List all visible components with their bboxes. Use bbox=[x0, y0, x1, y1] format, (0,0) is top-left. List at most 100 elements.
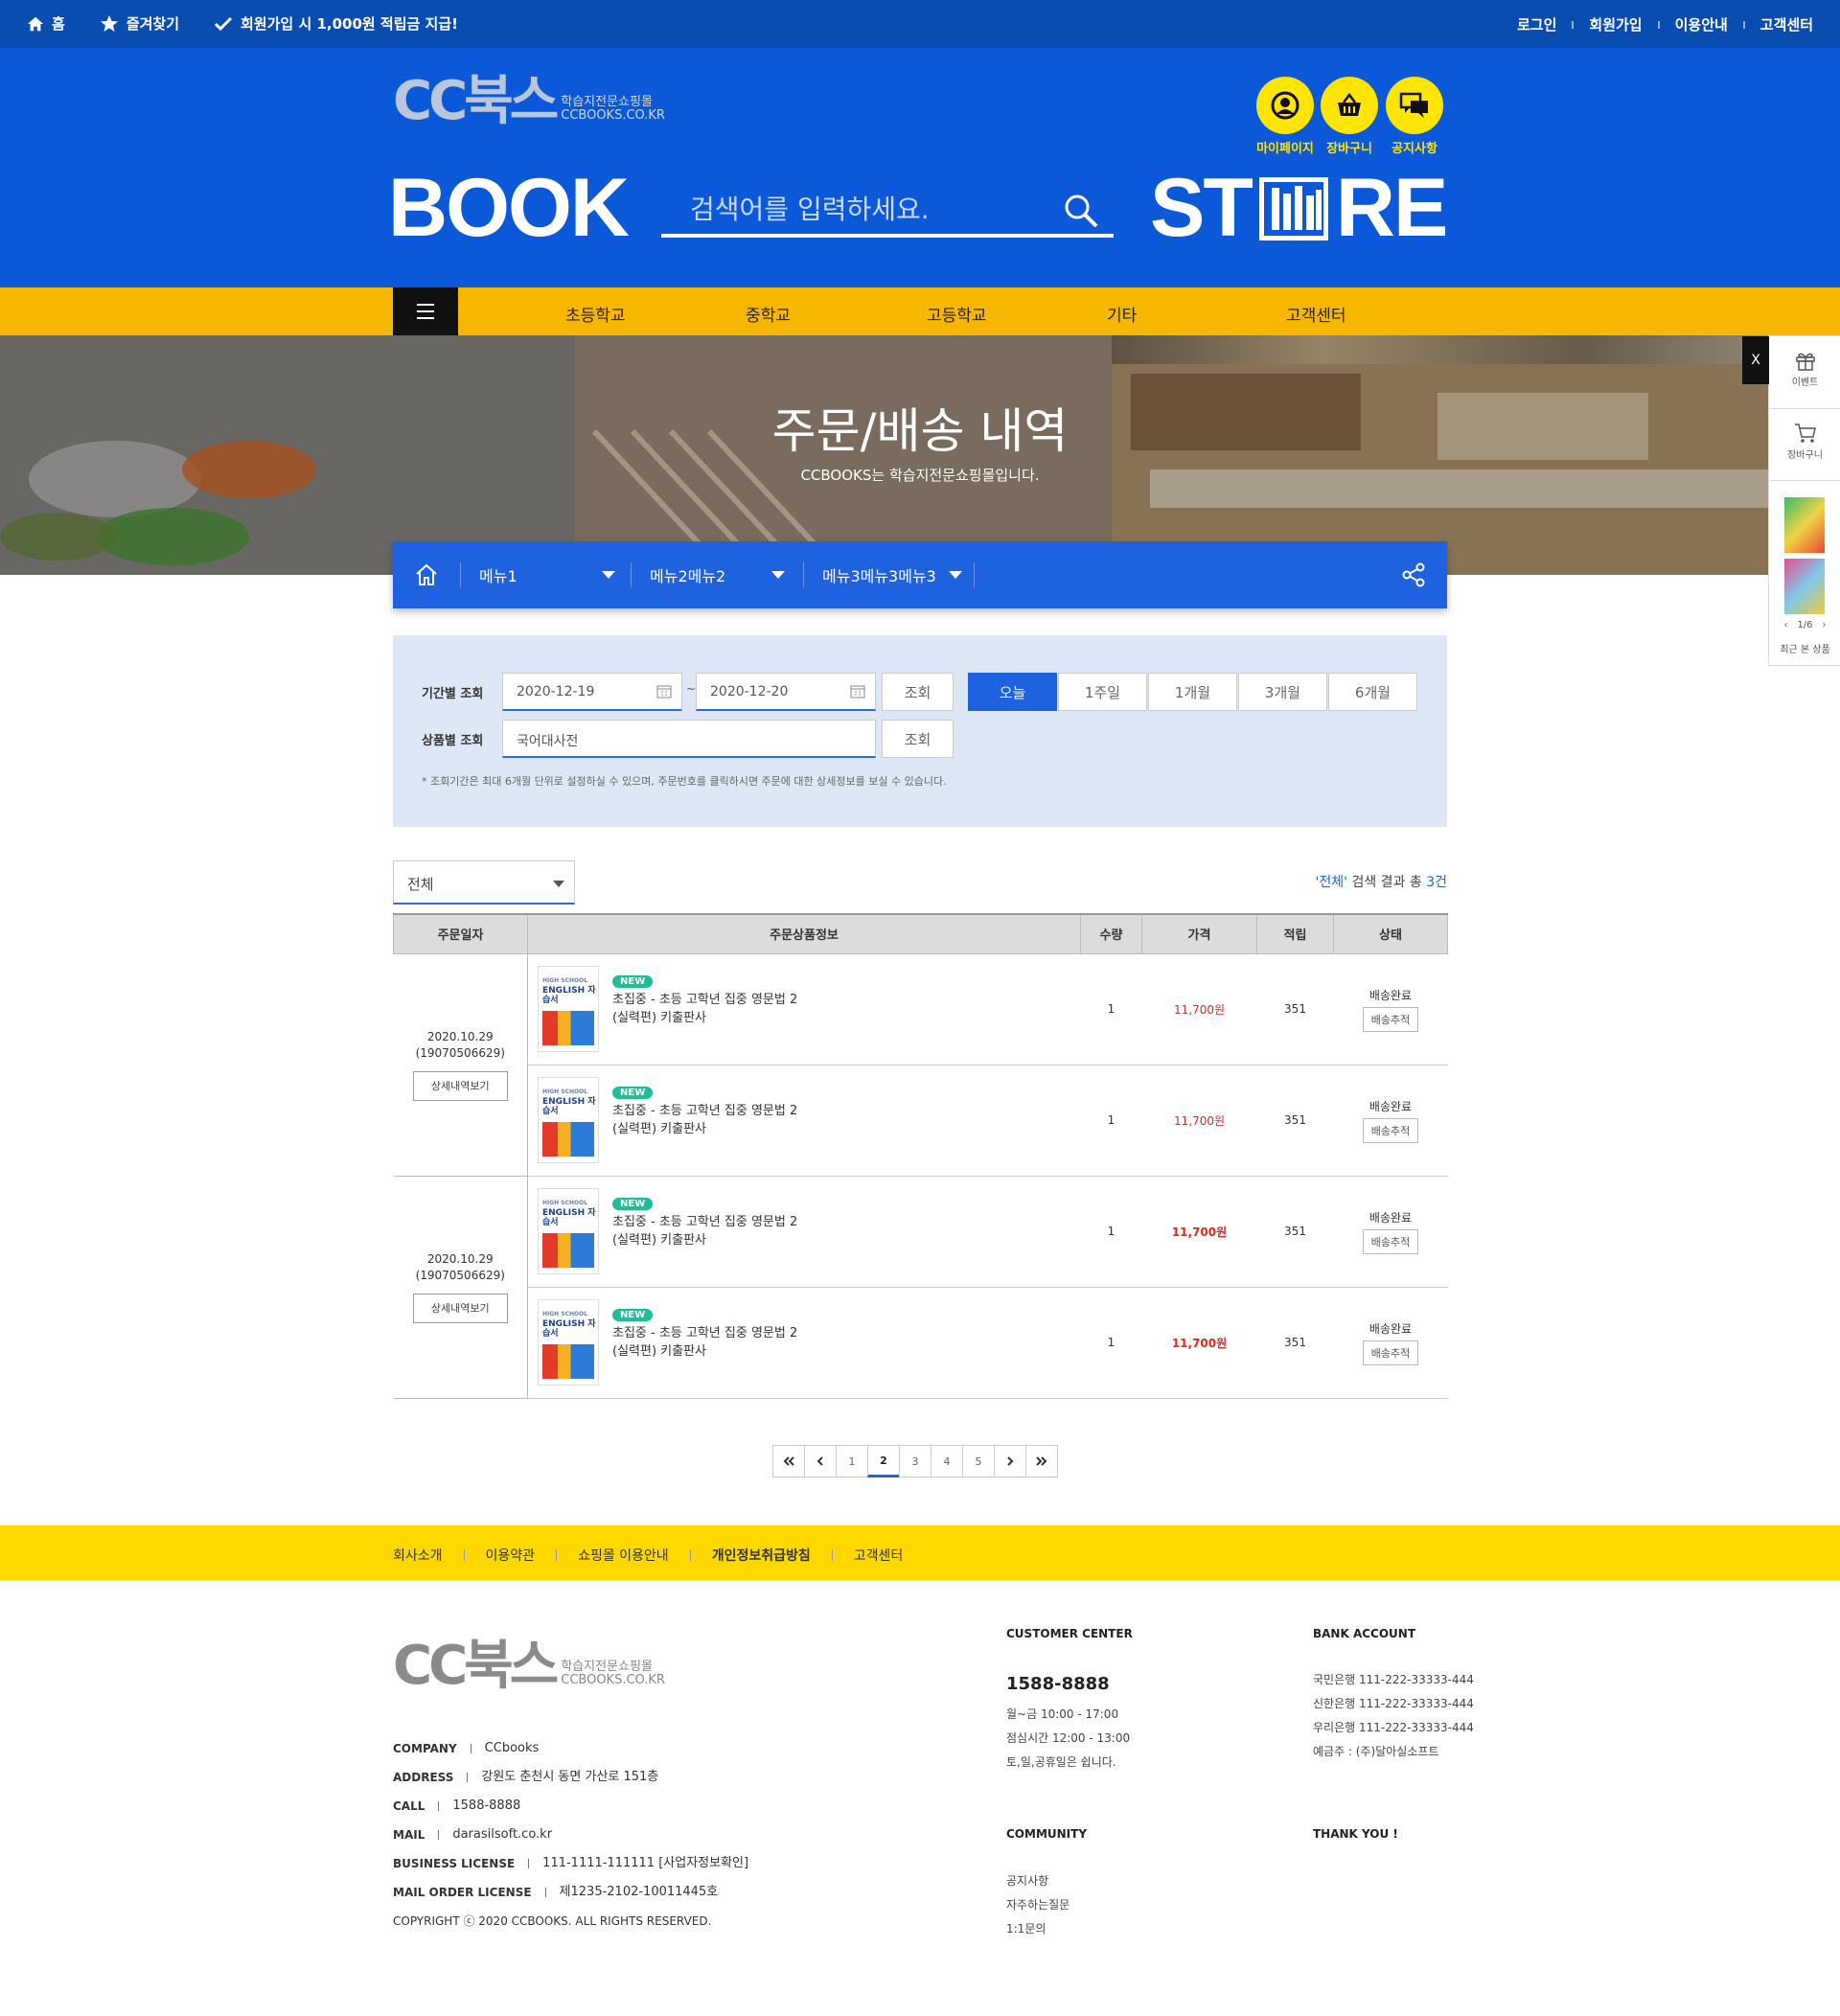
status-select-value: 전체 bbox=[407, 876, 434, 893]
mypage-button[interactable]: 마이페이지 bbox=[1256, 77, 1314, 156]
date-to-field[interactable]: 2020-12-20 bbox=[696, 673, 876, 711]
order-date: 2020.10.29 bbox=[426, 1029, 494, 1043]
range-6month-button[interactable]: 6개월 bbox=[1328, 673, 1417, 711]
quick-close-button[interactable]: X bbox=[1742, 336, 1769, 384]
points: 351 bbox=[1256, 1287, 1334, 1399]
product-thumbnail[interactable]: HIGH SCHOOL ENGLISH 자습서 bbox=[538, 1299, 599, 1386]
date-from-field[interactable]: 2020-12-19 bbox=[502, 673, 682, 711]
quick-cart-button[interactable]: 장바구니 bbox=[1769, 423, 1840, 461]
track-button[interactable]: 배송추적 bbox=[1362, 1228, 1419, 1254]
range-1week-button[interactable]: 1주일 bbox=[1058, 673, 1147, 711]
nav-high[interactable]: 고등학교 bbox=[927, 302, 987, 326]
login-link[interactable]: 로그인 bbox=[1517, 14, 1556, 34]
footer-link-support[interactable]: 고객센터 bbox=[854, 1546, 904, 1565]
quick-event-button[interactable]: 이벤트 bbox=[1769, 350, 1840, 388]
site-logo[interactable]: CC북스 학습지전문쇼핑몰 CCBOOKS.CO.KR bbox=[393, 75, 665, 128]
community-notice-link[interactable]: 공지사항 bbox=[1006, 1869, 1070, 1893]
order-date-cell: 2020.10.29 (19070506629) 상세내역보기 bbox=[393, 953, 528, 1177]
next-page-button[interactable] bbox=[994, 1445, 1026, 1478]
recent-prev-icon[interactable]: ‹ bbox=[1783, 620, 1787, 630]
footer-link-company[interactable]: 회사소개 bbox=[393, 1546, 443, 1565]
status-select[interactable]: 전체 bbox=[393, 860, 575, 905]
product-thumbnail[interactable]: HIGH SCHOOL ENGLISH 자습서 bbox=[538, 1188, 599, 1274]
period-search-button[interactable]: 조회 bbox=[882, 673, 954, 711]
breadcrumb-menu-2[interactable]: 메뉴2메뉴2 bbox=[650, 541, 794, 608]
footer-link-privacy[interactable]: 개인정보취급방침 bbox=[712, 1546, 811, 1565]
nav-elementary[interactable]: 초등학교 bbox=[565, 302, 626, 326]
page-5[interactable]: 5 bbox=[962, 1445, 995, 1478]
home-link[interactable]: 홈 bbox=[27, 13, 65, 34]
result-count: 3건 bbox=[1426, 875, 1447, 890]
home-icon[interactable] bbox=[414, 562, 439, 587]
business-license-key: BUSINESS LICENSE bbox=[393, 1857, 516, 1870]
recent-next-icon[interactable]: › bbox=[1823, 620, 1827, 630]
product-thumbnail[interactable]: HIGH SCHOOL ENGLISH 자습서 bbox=[538, 966, 599, 1052]
page-2[interactable]: 2 bbox=[867, 1445, 900, 1478]
business-license-value[interactable]: 111-1111-111111 [사업자정보확인] bbox=[542, 1849, 748, 1878]
share-icon[interactable] bbox=[1401, 562, 1426, 587]
cart-button[interactable]: 장바구니 bbox=[1321, 77, 1378, 156]
nav-support[interactable]: 고객센터 bbox=[1286, 302, 1346, 326]
order-number[interactable]: (19070506629) bbox=[394, 1045, 528, 1062]
recent-product-thumbnail[interactable] bbox=[1784, 559, 1825, 614]
footer-link-guide[interactable]: 쇼핑몰 이용안내 bbox=[578, 1546, 669, 1565]
product-thumbnail[interactable]: HIGH SCHOOL ENGLISH 자습서 bbox=[538, 1077, 599, 1163]
pagination: 1 2 3 4 5 bbox=[772, 1445, 1058, 1478]
top-bar: 홈 즐겨찾기 회원가입 시 1,000원 적립금 지급! 로그인 회원가입 이용… bbox=[0, 0, 1840, 48]
order-detail-button[interactable]: 상세내역보기 bbox=[412, 1070, 508, 1101]
track-button[interactable]: 배송추적 bbox=[1362, 1006, 1419, 1032]
order-number[interactable]: (19070506629) bbox=[394, 1268, 528, 1284]
prev-page-button[interactable] bbox=[804, 1445, 837, 1478]
new-badge: NEW bbox=[612, 1309, 654, 1321]
quick-event-label: 이벤트 bbox=[1791, 378, 1819, 388]
bank-account-list: 국민은행 111-222-33333-444 신한은행 111-222-3333… bbox=[1313, 1668, 1474, 1764]
track-button[interactable]: 배송추적 bbox=[1362, 1340, 1419, 1365]
bookmark-link[interactable]: 즐겨찾기 bbox=[100, 13, 179, 34]
recent-product-thumbnail[interactable] bbox=[1784, 497, 1825, 553]
nav-etc[interactable]: 기타 bbox=[1107, 302, 1137, 326]
double-chevron-left-icon bbox=[783, 1456, 794, 1466]
header: CC북스 학습지전문쇼핑몰 CCBOOKS.CO.KR BOOK ST RE 마… bbox=[0, 48, 1840, 287]
support-link[interactable]: 고객센터 bbox=[1760, 14, 1813, 34]
range-1month-button[interactable]: 1개월 bbox=[1148, 673, 1237, 711]
product-name[interactable]: 초집중 - 초등 고학년 집중 영문법 2 (실력편) 키출판사 bbox=[612, 1324, 797, 1361]
user-icon bbox=[1271, 91, 1300, 120]
last-page-button[interactable] bbox=[1025, 1445, 1058, 1478]
footer-link-terms[interactable]: 이용약관 bbox=[486, 1546, 536, 1565]
table-row: 2020.10.29 (19070506629) 상세내역보기 HIGH SCH… bbox=[393, 1176, 1448, 1399]
range-today-button[interactable]: 오늘 bbox=[968, 673, 1057, 711]
menu-icon bbox=[417, 304, 434, 319]
community-qna-link[interactable]: 1:1문의 bbox=[1006, 1917, 1070, 1941]
search-icon[interactable] bbox=[1062, 192, 1100, 230]
breadcrumb-menu-1[interactable]: 메뉴1 bbox=[479, 541, 623, 608]
col-order-date: 주문일자 bbox=[393, 913, 528, 954]
product-name-line1: 초집중 - 초등 고학년 집중 영문법 2 bbox=[612, 1326, 798, 1340]
hamburger-menu-button[interactable] bbox=[393, 287, 458, 335]
search-input[interactable] bbox=[661, 190, 1045, 228]
nav-middle[interactable]: 중학교 bbox=[746, 302, 791, 326]
first-page-button[interactable] bbox=[772, 1445, 805, 1478]
product-search-button[interactable]: 조회 bbox=[882, 720, 954, 758]
page-3[interactable]: 3 bbox=[899, 1445, 932, 1478]
community-faq-link[interactable]: 자주하는질문 bbox=[1006, 1893, 1070, 1917]
product-name[interactable]: 초집중 - 초등 고학년 집중 영문법 2 (실력편) 키출판사 bbox=[612, 991, 797, 1027]
breadcrumb-menu-3[interactable]: 메뉴3메뉴3메뉴3 bbox=[822, 541, 985, 608]
page-1[interactable]: 1 bbox=[836, 1445, 868, 1478]
store-right: RE bbox=[1335, 162, 1448, 254]
customer-center-hours: 월~금 10:00 - 17:00 점심시간 12:00 - 13:00 토,일… bbox=[1006, 1703, 1130, 1775]
track-button[interactable]: 배송추적 bbox=[1362, 1117, 1419, 1143]
product-search-input[interactable]: 국어대사전 bbox=[502, 720, 876, 758]
order-detail-button[interactable]: 상세내역보기 bbox=[412, 1293, 508, 1323]
calendar-icon[interactable] bbox=[850, 685, 865, 699]
footer-logo[interactable]: CC북스 학습지전문쇼핑몰 CCBOOKS.CO.KR bbox=[393, 1639, 665, 1693]
guide-link[interactable]: 이용안내 bbox=[1675, 14, 1728, 34]
product-cell: HIGH SCHOOL ENGLISH 자습서 NEW 초집중 - 초등 고학년 … bbox=[527, 1287, 1081, 1399]
product-name[interactable]: 초집중 - 초등 고학년 집중 영문법 2 (실력편) 키출판사 bbox=[612, 1102, 797, 1138]
signup-link[interactable]: 회원가입 bbox=[1589, 14, 1642, 34]
address-value: 강원도 춘천시 동면 가산로 151층 bbox=[481, 1770, 659, 1784]
page-4[interactable]: 4 bbox=[931, 1445, 963, 1478]
calendar-icon[interactable] bbox=[656, 685, 672, 699]
notice-button[interactable]: 공지사항 bbox=[1386, 77, 1443, 156]
product-name[interactable]: 초집중 - 초등 고학년 집중 영문법 2 (실력편) 키출판사 bbox=[612, 1213, 797, 1249]
range-3month-button[interactable]: 3개월 bbox=[1238, 673, 1327, 711]
